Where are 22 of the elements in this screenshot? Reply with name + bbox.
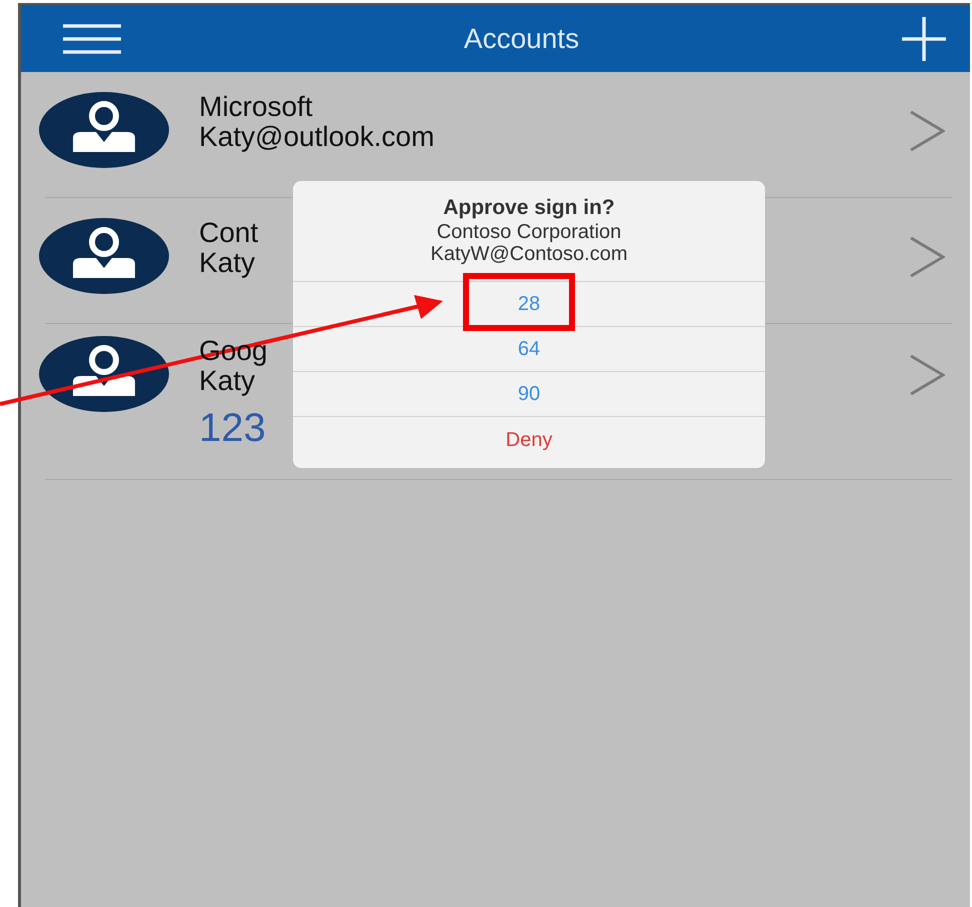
account-email: Katy@outlook.com [199,122,434,152]
deny-button[interactable]: Deny [506,424,552,454]
add-icon[interactable] [902,16,946,60]
header-title: Accounts [464,22,580,56]
verification-code: 123 [199,406,267,450]
dialog-title: Approve sign in? [443,195,615,221]
chevron-right-icon[interactable] [909,110,945,152]
dialog-detail: KatyW@Contoso.com [430,243,628,265]
account-name: Cont [199,218,258,248]
account-name: Microsoft [199,92,314,122]
avatar-icon [39,218,169,294]
number-option[interactable]: 28 [518,289,540,319]
chevron-right-icon[interactable] [909,354,945,396]
dialog-detail: Contoso Corporation [436,221,622,243]
menu-icon[interactable] [63,24,121,54]
account-email: Katy [199,248,256,278]
number-option[interactable]: 64 [518,334,540,364]
avatar-icon [39,336,169,412]
avatar-icon [39,92,169,168]
account-email: Katy [199,366,256,396]
chevron-right-icon[interactable] [909,236,945,278]
number-option[interactable]: 90 [518,379,540,409]
